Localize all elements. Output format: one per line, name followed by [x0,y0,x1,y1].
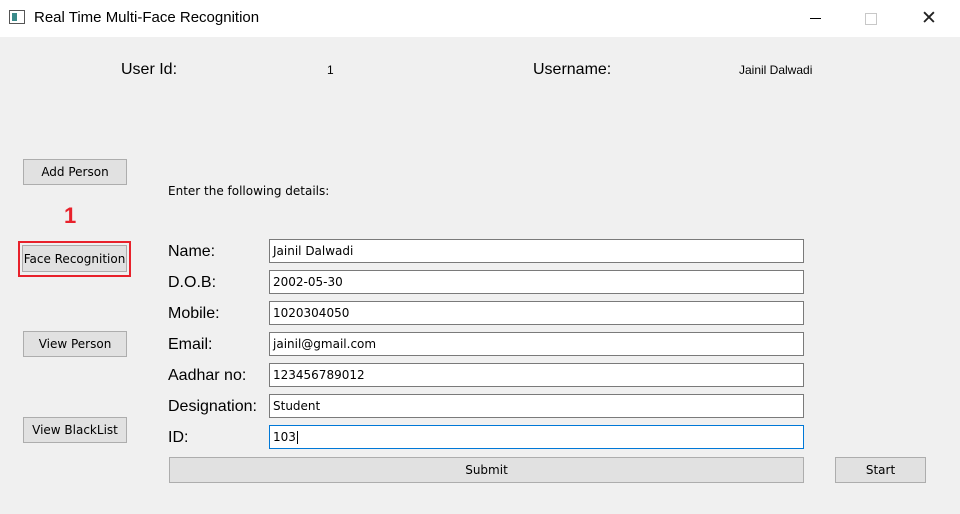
mobile-input[interactable]: 1020304050 [269,301,804,325]
close-button[interactable]: ✕ [906,0,952,37]
id-input-value: 103 [273,430,296,444]
id-label: ID: [168,429,189,446]
user-id-label: User Id: [121,61,178,78]
maximize-button[interactable] [848,0,894,37]
text-cursor [296,430,298,444]
title-bar: Real Time Multi-Face Recognition ✕ [0,0,960,37]
username-value: Jainil Dalwadi [739,63,813,77]
email-label: Email: [168,336,213,353]
user-id-value: 1 [327,63,334,77]
view-person-button[interactable]: View Person [23,331,127,357]
designation-label: Designation: [168,398,257,415]
start-button[interactable]: Start [835,457,926,483]
form-instructions: Enter the following details: [168,184,330,198]
name-input[interactable]: Jainil Dalwadi [269,239,804,263]
view-blacklist-button[interactable]: View BlackList [23,417,127,443]
dob-label: D.O.B: [168,274,217,291]
submit-button[interactable]: Submit [169,457,804,483]
close-icon: ✕ [921,8,937,29]
username-label: Username: [533,61,612,78]
app-icon [9,10,25,24]
aadhar-input[interactable]: 123456789012 [269,363,804,387]
name-label: Name: [168,243,216,260]
mobile-label: Mobile: [168,305,220,322]
aadhar-label: Aadhar no: [168,367,247,384]
add-person-button[interactable]: Add Person [23,159,127,185]
face-recognition-button[interactable]: Face Recognition [22,245,127,272]
dob-input[interactable]: 2002-05-30 [269,270,804,294]
annotation-marker: 1 [64,203,77,228]
id-input[interactable]: 103 [269,425,804,449]
designation-input[interactable]: Student [269,394,804,418]
email-input[interactable]: jainil@gmail.com [269,332,804,356]
window-title: Real Time Multi-Face Recognition [34,9,260,26]
minimize-button[interactable] [792,0,838,37]
maximize-icon [865,12,877,25]
minimize-icon [809,18,821,19]
